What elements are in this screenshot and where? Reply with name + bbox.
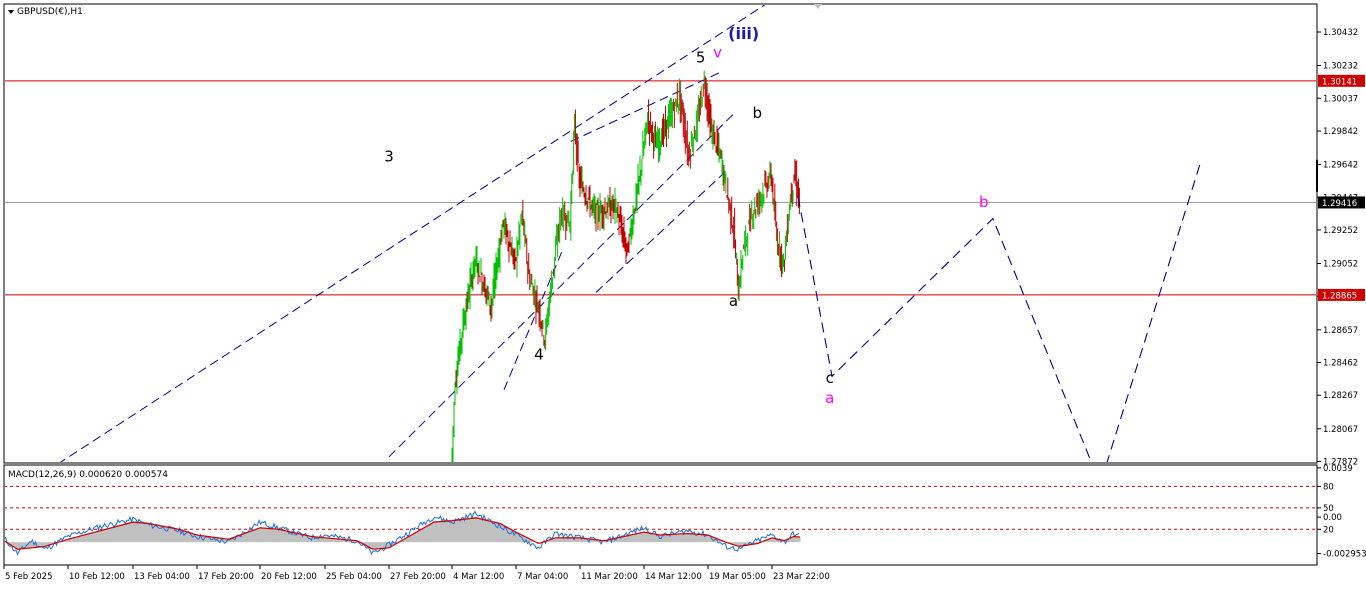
time-tick-label: 27 Feb 20:00 — [390, 572, 446, 582]
time-tick-label: 4 Mar 12:00 — [453, 572, 504, 582]
time-tick-label: 5 Feb 2025 — [5, 572, 53, 582]
macd-tick-label: 0.00 — [1323, 513, 1342, 523]
wave-label-black: 3 — [384, 148, 394, 166]
price-tick-label: 1.29842 — [1323, 127, 1358, 137]
wave-label-black: 5 — [696, 49, 706, 67]
wave-label-black: b — [753, 104, 763, 122]
time-tick-label: 14 Mar 12:00 — [645, 572, 702, 582]
macd-tick-label: -0.002953 — [1323, 550, 1366, 560]
price-tick-label: 1.28462 — [1323, 359, 1358, 369]
macd-tick-label: 80 — [1323, 482, 1334, 492]
chart-header: GBPUSD(€),H1 — [8, 7, 83, 17]
time-tick-label: 20 Feb 12:00 — [261, 572, 317, 582]
macd-chart-frame — [3, 464, 1318, 566]
price-tick-label: 1.28657 — [1323, 326, 1358, 336]
price-tick-label: 1.29252 — [1323, 226, 1358, 236]
wave-label-black: c — [826, 369, 834, 387]
price-tick-label: 1.30232 — [1323, 62, 1358, 72]
price-tick-label: 1.29642 — [1323, 161, 1358, 171]
wave-label-magenta: b — [979, 193, 989, 211]
macd-header: MACD(12,26,9) 0.000620 0.000574 — [8, 470, 168, 480]
wave-label-magenta: v — [713, 44, 722, 62]
time-tick-label: 23 Mar 22:00 — [773, 572, 830, 582]
wave-label-navy: (iii) — [728, 24, 759, 43]
price-tick-label: 1.30432 — [1323, 28, 1358, 38]
time-tick-label: 11 Mar 20:00 — [581, 572, 638, 582]
symbol-label: GBPUSD(€),H1 — [17, 7, 83, 17]
time-tick-label: 25 Feb 04:00 — [326, 572, 382, 582]
macd-label: MACD(12,26,9) 0.000620 0.000574 — [8, 470, 168, 480]
horizontal-level-label: 1.30141 — [1322, 77, 1357, 87]
chart-svg[interactable]: 345 v(iii)bacab1.304321.302321.300371.298… — [0, 0, 1366, 588]
wave-label-magenta: a — [825, 389, 834, 407]
price-tick-label: 1.28267 — [1323, 391, 1358, 401]
time-tick-label: 13 Feb 04:00 — [134, 572, 190, 582]
menu-triangle-icon[interactable] — [8, 9, 14, 14]
wave-label-black: a — [729, 292, 738, 310]
macd-tick-label: 20 — [1323, 525, 1334, 535]
macd-tick-label: 0.0039 — [1323, 464, 1353, 474]
horizontal-level-label: 1.28865 — [1322, 291, 1357, 301]
price-tick-label: 1.29052 — [1323, 260, 1358, 270]
chart-window[interactable]: 3 4 5 v (iii) b a c a b 1.30432 1.30232 1.30037 1.298… — [0, 0, 1366, 588]
time-tick-label: 10 Feb 12:00 — [69, 572, 125, 582]
time-tick-label: 7 Mar 04:00 — [517, 572, 568, 582]
current-price-label: 1.29416 — [1322, 199, 1357, 209]
wave-label-black: 4 — [534, 345, 544, 363]
price-tick-label: 1.28067 — [1323, 425, 1358, 435]
time-tick-label: 17 Feb 20:00 — [198, 572, 254, 582]
time-tick-label: 19 Mar 05:00 — [709, 572, 766, 582]
price-tick-label: 1.30037 — [1323, 94, 1358, 104]
